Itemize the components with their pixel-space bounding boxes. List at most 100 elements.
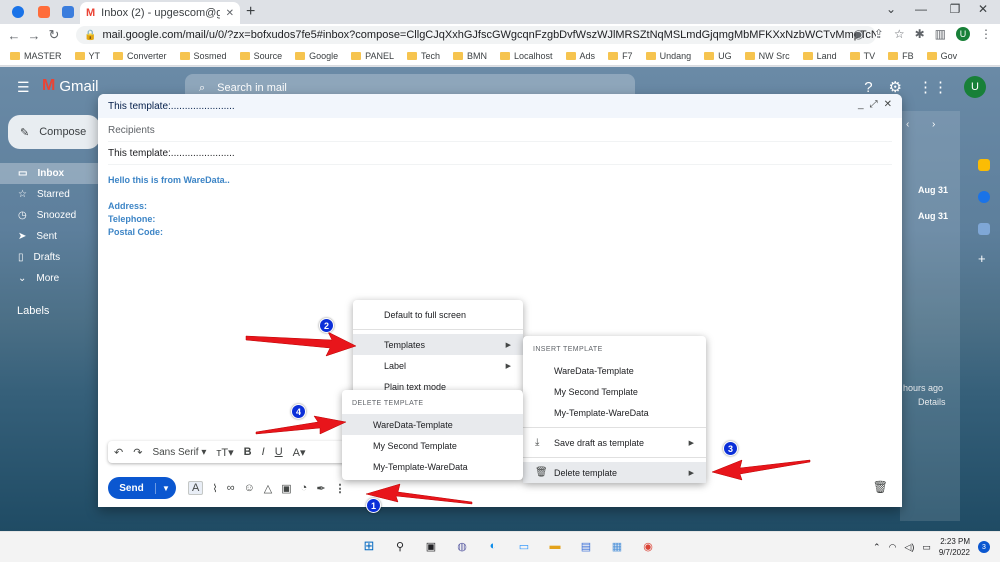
sidebar-item-starred[interactable]: ☆ Starred xyxy=(0,184,110,205)
pinned-tab-app[interactable] xyxy=(32,2,56,22)
details-link[interactable]: Details xyxy=(918,397,946,407)
next-page-icon[interactable]: › xyxy=(932,119,935,130)
bookmark-folder[interactable]: Land xyxy=(802,51,837,61)
confidential-icon[interactable]: ◔ xyxy=(301,482,308,494)
apps-grid-icon[interactable]: ⋮⋮ xyxy=(918,78,948,96)
sidebar-item-more[interactable]: ⌄ More xyxy=(0,268,110,289)
reload-icon[interactable]: ↻ xyxy=(44,27,64,43)
volume-icon[interactable]: ◁) xyxy=(904,542,914,553)
bold-icon[interactable]: B xyxy=(244,446,252,458)
monitor-icon[interactable]: ▭ xyxy=(515,537,533,555)
delete-template-item[interactable]: 🗑 Delete template ▶ xyxy=(523,462,706,483)
photo-icon[interactable]: ▣ xyxy=(281,482,291,495)
url-field[interactable]: 🔒 mail.google.com/mail/u/0/?zx=bofxudos7… xyxy=(76,26,876,44)
forward-arrow-icon[interactable]: → xyxy=(24,28,44,43)
clock[interactable]: 2:23 PM 9/7/2022 xyxy=(939,536,970,558)
search-icon[interactable]: ⌕ xyxy=(199,82,205,95)
insert-template-item[interactable]: My-Template-WareData xyxy=(523,402,706,423)
sidebar-item-drafts[interactable]: ▯ Drafts xyxy=(0,247,110,268)
subject-field[interactable]: This template:....................... xyxy=(108,143,892,165)
expand-icon[interactable]: ⤢ xyxy=(870,99,878,110)
edge-icon[interactable]: ◐ xyxy=(484,537,502,555)
help-icon[interactable]: ? xyxy=(864,79,872,96)
italic-icon[interactable]: I xyxy=(262,446,265,458)
menu-item-label[interactable]: Label ▶ xyxy=(353,355,523,376)
font-size-icon[interactable]: тT▾ xyxy=(216,446,233,459)
bookmark-folder[interactable]: Google xyxy=(295,51,338,61)
bookmark-folder[interactable]: UG xyxy=(704,51,732,61)
delete-template-option[interactable]: My Second Template xyxy=(342,435,523,456)
sidebar-item-snoozed[interactable]: ◷ Snoozed xyxy=(0,205,110,226)
text-color-icon[interactable]: A▾ xyxy=(293,446,306,459)
tasks-icon[interactable] xyxy=(978,191,990,203)
contacts-icon[interactable] xyxy=(978,223,990,235)
delete-template-option[interactable]: My-Template-WareData xyxy=(342,456,523,477)
close-window-button[interactable]: ✕ xyxy=(968,2,998,16)
search-icon[interactable]: ⚲ xyxy=(391,537,409,555)
bookmark-folder[interactable]: Source xyxy=(239,51,282,61)
bookmark-folder[interactable]: F7 xyxy=(608,51,633,61)
bookmark-folder[interactable]: PANEL xyxy=(351,51,394,61)
maximize-button[interactable]: ❐ xyxy=(940,2,970,16)
recipients-field[interactable]: Recipients xyxy=(108,120,892,142)
bookmark-folder[interactable]: NW Src xyxy=(744,51,790,61)
sidebar-item-sent[interactable]: ➤ Sent xyxy=(0,226,110,247)
back-arrow-icon[interactable]: ← xyxy=(4,28,24,43)
bookmark-folder[interactable]: Sosmed xyxy=(179,51,227,61)
link-icon[interactable]: ∞ xyxy=(227,482,235,494)
battery-icon[interactable]: ▭ xyxy=(922,542,931,553)
star-icon[interactable]: ☆ xyxy=(894,27,905,41)
extensions-icon[interactable]: ✱ xyxy=(915,27,925,41)
formatting-options-icon[interactable]: A xyxy=(188,481,204,495)
close-tab-icon[interactable]: ✕ xyxy=(226,8,234,19)
main-menu-icon[interactable]: ☰ xyxy=(17,79,30,96)
chrome-icon[interactable]: ◉ xyxy=(639,537,657,555)
bookmark-folder[interactable]: MASTER xyxy=(10,51,62,61)
notepad-icon[interactable]: ▤ xyxy=(577,537,595,555)
schedule-send-chevron-icon[interactable]: ▼ xyxy=(156,484,176,493)
save-draft-as-template-item[interactable]: ⤓ Save draft as template ▶ xyxy=(523,432,706,453)
windows-start-icon[interactable]: ⊞ xyxy=(360,537,378,555)
chat-icon[interactable]: ◍ xyxy=(453,537,471,555)
app-window-icon[interactable]: ▦ xyxy=(608,537,626,555)
undo-icon[interactable]: ↶ xyxy=(114,446,123,459)
close-icon[interactable]: ✕ xyxy=(884,99,892,110)
gmail-logo[interactable]: M Gmail xyxy=(42,77,99,95)
insert-template-item[interactable]: WareData-Template xyxy=(523,360,706,381)
active-tab[interactable]: M Inbox (2) - upgescom@gmail.com ✕ xyxy=(80,2,240,24)
underline-icon[interactable]: U xyxy=(275,446,283,458)
bookmark-folder[interactable]: Gov xyxy=(926,51,957,61)
emoji-icon[interactable]: ☺ xyxy=(244,482,255,494)
bookmark-folder[interactable]: Ads xyxy=(565,51,595,61)
more-options-icon[interactable]: ⋮ xyxy=(335,482,346,495)
menu-item-templates[interactable]: Templates ▶ xyxy=(353,334,523,355)
pinned-tab-tasks[interactable] xyxy=(56,2,80,22)
prev-page-icon[interactable]: ‹ xyxy=(906,119,909,130)
bookmark-folder[interactable]: Localhost xyxy=(500,51,553,61)
compose-header[interactable]: This template:....................... _ … xyxy=(98,94,902,118)
bookmark-folder[interactable]: FB xyxy=(888,51,914,61)
profile-avatar[interactable]: U xyxy=(956,27,970,41)
insert-template-item[interactable]: My Second Template xyxy=(523,381,706,402)
minimize-icon[interactable]: _ xyxy=(858,99,864,110)
bookmark-folder[interactable]: BMN xyxy=(453,51,487,61)
message-body[interactable]: Hello this is from WareData.. Address: T… xyxy=(108,174,230,239)
drive-icon[interactable]: △ xyxy=(264,482,272,495)
font-select[interactable]: Sans Serif ▾ xyxy=(152,447,206,458)
tray-chevron-icon[interactable]: ⌃ xyxy=(873,542,881,553)
browser-menu-icon[interactable]: ⋮ xyxy=(980,27,992,41)
delete-template-option[interactable]: WareData-Template xyxy=(342,414,523,435)
wifi-icon[interactable]: ◠ xyxy=(889,542,897,553)
attach-icon[interactable]: ⌇ xyxy=(212,482,217,495)
compose-button[interactable]: ✎ Compose xyxy=(8,115,100,149)
share-icon[interactable]: ⇪ xyxy=(874,27,884,41)
tab-search-chevron-icon[interactable]: ⌄ xyxy=(876,2,906,16)
sidepanel-icon[interactable]: ▥ xyxy=(935,27,946,41)
signature-icon[interactable]: ✒ xyxy=(316,482,325,495)
discard-draft-icon[interactable]: 🗑 xyxy=(873,480,888,494)
bookmark-folder[interactable]: TV xyxy=(849,51,875,61)
redo-icon[interactable]: ↷ xyxy=(133,446,142,459)
eye-icon[interactable]: ◉ xyxy=(853,27,863,41)
pinned-tab-cloud[interactable] xyxy=(6,2,30,22)
bookmark-folder[interactable]: Converter xyxy=(113,51,167,61)
